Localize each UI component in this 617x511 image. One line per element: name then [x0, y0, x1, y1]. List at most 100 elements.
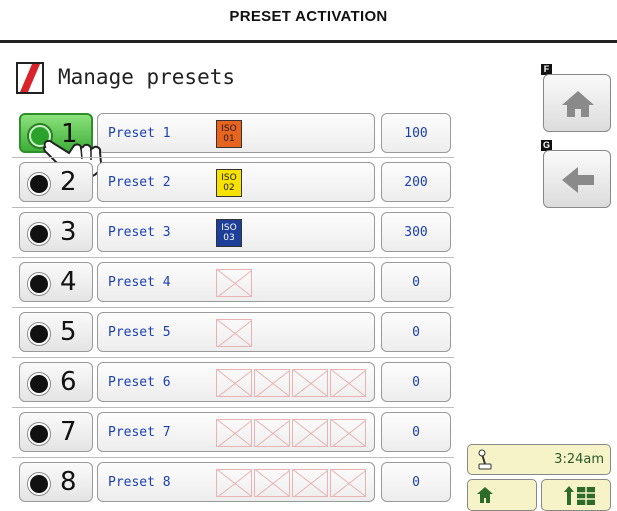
empty-product-slot-icon [330, 469, 366, 497]
preset-row: 2 Preset 2 ISO 02 200 [19, 162, 451, 204]
preset-value: 200 [404, 175, 428, 190]
preset-value-field[interactable]: 0 [381, 412, 451, 452]
home-icon [477, 487, 493, 503]
empty-product-slot-icon [292, 369, 328, 397]
preset-name: Preset 3 [108, 225, 171, 240]
preset-name: Preset 8 [108, 475, 171, 490]
iso-badge: ISO 02 [216, 169, 242, 197]
title-divider [0, 40, 617, 43]
row-divider [12, 307, 454, 308]
preset-value: 100 [404, 126, 428, 141]
radio-indicator-icon [28, 273, 50, 295]
preset-value-field[interactable]: 200 [381, 162, 451, 202]
row-divider [12, 157, 454, 158]
preset-row: 1 Preset 1 ISO 01 100 [19, 113, 451, 178]
empty-product-slot-icon [216, 269, 252, 297]
empty-product-slot-icon [254, 419, 290, 447]
preset-number: 8 [60, 467, 77, 497]
preset-name: Preset 4 [108, 275, 171, 290]
empty-product-slot-icon [216, 469, 252, 497]
preset-select-button-3[interactable]: 3 [19, 212, 93, 252]
preset-number: 4 [60, 267, 77, 297]
screen-header: Manage presets [12, 62, 482, 98]
preset-select-button-5[interactable]: 5 [19, 312, 93, 352]
preset-name-field[interactable]: Preset 6 [97, 362, 375, 402]
preset-name-field[interactable]: Preset 8 [97, 462, 375, 502]
preset-name: Preset 6 [108, 375, 171, 390]
home-icon [562, 91, 594, 117]
preset-name-field[interactable]: Preset 3 ISO 03 [97, 212, 375, 252]
radio-indicator-icon [28, 373, 50, 395]
preset-value: 0 [412, 475, 420, 490]
radio-indicator-icon [28, 423, 50, 445]
preset-name-field[interactable]: Preset 1 ISO 01 [97, 113, 375, 153]
screen-title: Manage presets [58, 65, 236, 89]
preset-name-field[interactable]: Preset 4 [97, 262, 375, 302]
preset-select-button-4[interactable]: 4 [19, 262, 93, 302]
iso-badge: ISO 01 [216, 120, 242, 148]
row-divider [12, 407, 454, 408]
menu-mini-button[interactable] [541, 479, 611, 511]
preset-name: Preset 1 [108, 126, 171, 141]
preset-number: 3 [60, 217, 77, 247]
empty-product-slot-icon [330, 369, 366, 397]
preset-select-button-6[interactable]: 6 [19, 362, 93, 402]
home-mini-button[interactable] [467, 479, 537, 511]
preset-value-field[interactable]: 0 [381, 362, 451, 402]
preset-select-button-7[interactable]: 7 [19, 412, 93, 452]
preset-name-field[interactable]: Preset 5 [97, 312, 375, 352]
preset-value-field[interactable]: 0 [381, 262, 451, 302]
row-divider [12, 457, 454, 458]
preset-value: 0 [412, 375, 420, 390]
preset-row: 3 Preset 3 ISO 03 300 [19, 212, 451, 254]
preset-value-field[interactable]: 300 [381, 212, 451, 252]
clock-time: 3:24am [554, 452, 604, 467]
preset-row: 5 Preset 5 0 [19, 312, 451, 354]
preset-value: 0 [412, 425, 420, 440]
preset-select-button-8[interactable]: 8 [19, 462, 93, 502]
empty-product-slot-icon [254, 369, 290, 397]
back-softkey-button[interactable] [543, 150, 611, 208]
radio-indicator-icon [28, 173, 50, 195]
radio-indicator-icon [28, 473, 50, 495]
preset-value-field[interactable]: 100 [381, 113, 451, 153]
empty-product-slot-icon [216, 319, 252, 347]
row-divider [12, 257, 454, 258]
preset-value: 300 [404, 225, 428, 240]
back-arrow-icon [562, 167, 594, 193]
up-arrow-grid-icon [564, 486, 595, 505]
iso-badge: ISO 03 [216, 219, 242, 247]
home-softkey-button[interactable] [543, 74, 611, 132]
red-slash-logo-icon [16, 62, 44, 94]
radio-indicator-icon [28, 323, 50, 345]
preset-name-field[interactable]: Preset 2 ISO 02 [97, 162, 375, 202]
empty-product-slot-icon [330, 419, 366, 447]
row-divider [12, 357, 454, 358]
preset-name-field[interactable]: Preset 7 [97, 412, 375, 452]
preset-value: 0 [412, 325, 420, 340]
empty-product-slot-icon [292, 419, 328, 447]
preset-row: 8 Preset 8 0 [19, 462, 451, 504]
preset-name: Preset 2 [108, 175, 171, 190]
preset-row: 7 Preset 7 0 [19, 412, 451, 454]
preset-number: 7 [60, 417, 77, 447]
row-divider [12, 207, 454, 208]
radio-indicator-icon [28, 223, 50, 245]
preset-row: 6 Preset 6 0 [19, 362, 451, 404]
preset-value-field[interactable]: 0 [381, 312, 451, 352]
preset-name: Preset 5 [108, 325, 171, 340]
empty-product-slot-icon [216, 419, 252, 447]
empty-product-slot-icon [254, 469, 290, 497]
page-title: PRESET ACTIVATION [229, 8, 388, 25]
status-bar: 3:24am [467, 444, 611, 475]
preset-number: 5 [60, 317, 77, 347]
preset-value-field[interactable]: 0 [381, 462, 451, 502]
preset-number: 6 [60, 367, 77, 397]
preset-select-button-2[interactable]: 2 [19, 162, 93, 202]
preset-row: 4 Preset 4 0 [19, 262, 451, 304]
empty-product-slot-icon [292, 469, 328, 497]
preset-value: 0 [412, 275, 420, 290]
empty-product-slot-icon [216, 369, 252, 397]
preset-name: Preset 7 [108, 425, 171, 440]
preset-number: 2 [60, 167, 77, 197]
